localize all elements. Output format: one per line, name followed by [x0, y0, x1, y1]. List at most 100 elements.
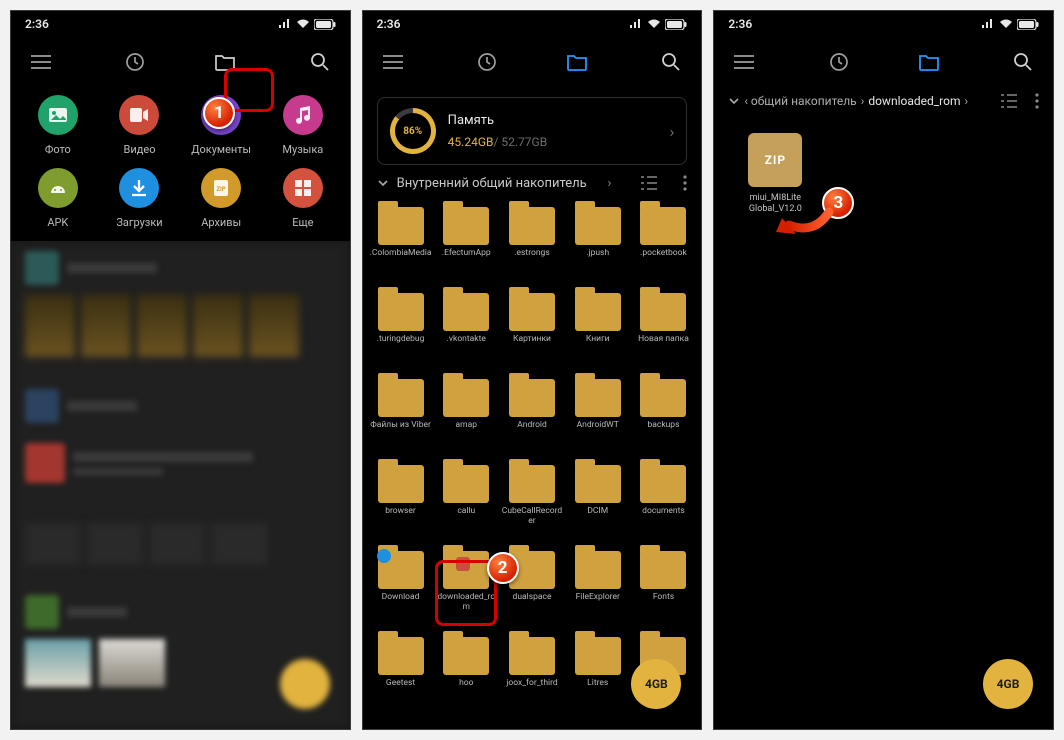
search-icon	[1013, 52, 1033, 72]
folder-item[interactable]: DCIM	[566, 461, 630, 547]
hamburger-icon	[383, 55, 403, 69]
folder-item[interactable]: Новая папка	[632, 289, 696, 375]
folder-item[interactable]: Download	[369, 547, 433, 633]
folder-item[interactable]: joox_for_third	[500, 633, 564, 719]
tab-recent[interactable]	[467, 42, 507, 82]
folder-icon	[378, 293, 424, 331]
status-bar: 2:36	[363, 11, 702, 37]
folder-icon	[378, 637, 424, 675]
category-music[interactable]: Музыка	[262, 95, 344, 156]
menu-button[interactable]	[724, 42, 764, 82]
tab-files-active[interactable]	[557, 42, 597, 82]
more-vertical-icon	[683, 175, 687, 191]
folder-icon	[443, 293, 489, 331]
breadcrumb-prefix[interactable]: ‹ общий накопитель	[744, 94, 856, 108]
search-button[interactable]	[300, 42, 340, 82]
view-toggle[interactable]	[1001, 94, 1017, 108]
folder-icon	[443, 637, 489, 675]
folder-item[interactable]: Geetest	[369, 633, 433, 719]
folder-name: Fonts	[653, 593, 674, 603]
tab-recent[interactable]	[819, 42, 859, 82]
cleanup-fab[interactable]: 4GB	[631, 659, 681, 709]
zip-icon: ZIP	[748, 133, 802, 187]
breadcrumb-sep: ›	[861, 94, 865, 108]
wifi-icon	[296, 19, 310, 29]
menu-button[interactable]	[373, 42, 413, 82]
folder-item[interactable]: .pocketbook	[632, 203, 696, 289]
folder-item[interactable]: .vkontakte	[434, 289, 498, 375]
download-icon	[119, 168, 159, 208]
status-icons-right	[981, 19, 1039, 30]
folder-icon	[640, 551, 686, 589]
folder-name: Geetest	[386, 679, 415, 689]
folder-name: callu	[457, 507, 475, 517]
tab-recent[interactable]	[115, 42, 155, 82]
folder-item[interactable]: .estrongs	[500, 203, 564, 289]
phone-screen-3: 2:36 ‹ общий накопитель › downloaded_rom…	[713, 10, 1054, 730]
folder-item[interactable]: CubeCallRecorder	[500, 461, 564, 547]
folder-name: DCIM	[587, 507, 608, 517]
folder-item[interactable]: .jpush	[566, 203, 630, 289]
path-row[interactable]: Внутренний общий накопитель ›	[363, 169, 702, 197]
folder-item[interactable]: documents	[632, 461, 696, 547]
category-download[interactable]: Загрузки	[99, 168, 181, 229]
more-options[interactable]	[1035, 93, 1039, 109]
folder-grid: .ColombiaMedia.EfectumApp.estrongs .jpush…	[363, 197, 702, 729]
wifi-icon	[647, 19, 661, 29]
folder-item[interactable]: Картинки	[500, 289, 564, 375]
tab-files-active[interactable]	[909, 42, 949, 82]
path-label: Внутренний общий накопитель	[397, 176, 600, 191]
folder-item[interactable]: .EfectumApp	[434, 203, 498, 289]
category-video[interactable]: Видео	[99, 95, 181, 156]
cleanup-fab[interactable]	[280, 659, 330, 709]
folder-item[interactable]: backups	[632, 375, 696, 461]
category-label: Еще	[292, 216, 313, 229]
folder-name: Картинки	[513, 335, 551, 345]
folder-item[interactable]: Android	[500, 375, 564, 461]
folder-item[interactable]: Fonts	[632, 547, 696, 633]
category-image[interactable]: Фото	[17, 95, 99, 156]
folder-item[interactable]: browser	[369, 461, 433, 547]
hamburger-icon	[734, 55, 754, 69]
folder-item[interactable]: amap	[434, 375, 498, 461]
folder-item[interactable]: AndroidWT	[566, 375, 630, 461]
cleanup-fab[interactable]: 4GB	[983, 659, 1033, 709]
folder-name: backups	[647, 421, 679, 431]
folder-item[interactable]: hoo	[434, 633, 498, 719]
more-options[interactable]	[683, 175, 687, 191]
folder-name: downloaded_rom	[435, 593, 497, 613]
folder-item[interactable]: Файлы из Viber	[369, 375, 433, 461]
tab-files[interactable]	[205, 42, 245, 82]
clock-icon	[477, 52, 497, 72]
category-apk[interactable]: APK	[17, 168, 99, 229]
folder-item[interactable]: callu	[434, 461, 498, 547]
phone-screen-1: 2:36 1 ФотоВидеоДокументыМузыкаAPKЗагруз…	[10, 10, 351, 730]
category-more[interactable]: Еще	[262, 168, 344, 229]
folder-icon	[640, 293, 686, 331]
folder-item[interactable]: Litres	[566, 633, 630, 719]
category-label: Видео	[124, 143, 156, 156]
status-icons-right	[629, 19, 687, 30]
breadcrumb-current[interactable]: downloaded_rom	[868, 94, 960, 108]
image-icon	[38, 95, 78, 135]
search-button[interactable]	[651, 42, 691, 82]
app-toolbar	[363, 37, 702, 87]
folder-item[interactable]: .turingdebug	[369, 289, 433, 375]
phone-screen-2: 2:36 86% Память 45.24GB/ 52.77GB › Внутр…	[362, 10, 703, 730]
battery-icon	[314, 19, 336, 30]
folder-icon	[509, 207, 555, 245]
category-zip[interactable]: ZIPАрхивы	[180, 168, 262, 229]
signal-icon	[278, 19, 292, 29]
view-toggle[interactable]	[641, 176, 657, 190]
menu-button[interactable]	[21, 42, 61, 82]
folder-name: .jpush	[586, 249, 609, 259]
signal-icon	[629, 19, 643, 29]
folder-icon	[640, 465, 686, 503]
search-button[interactable]	[1003, 42, 1043, 82]
fab-label: 4GB	[645, 677, 668, 691]
storage-card[interactable]: 86% Память 45.24GB/ 52.77GB ›	[377, 97, 688, 165]
folder-item[interactable]: FileExplorer	[566, 547, 630, 633]
folder-item[interactable]: Книги	[566, 289, 630, 375]
folder-name: joox_for_third	[506, 679, 557, 689]
folder-item[interactable]: .ColombiaMedia	[369, 203, 433, 289]
